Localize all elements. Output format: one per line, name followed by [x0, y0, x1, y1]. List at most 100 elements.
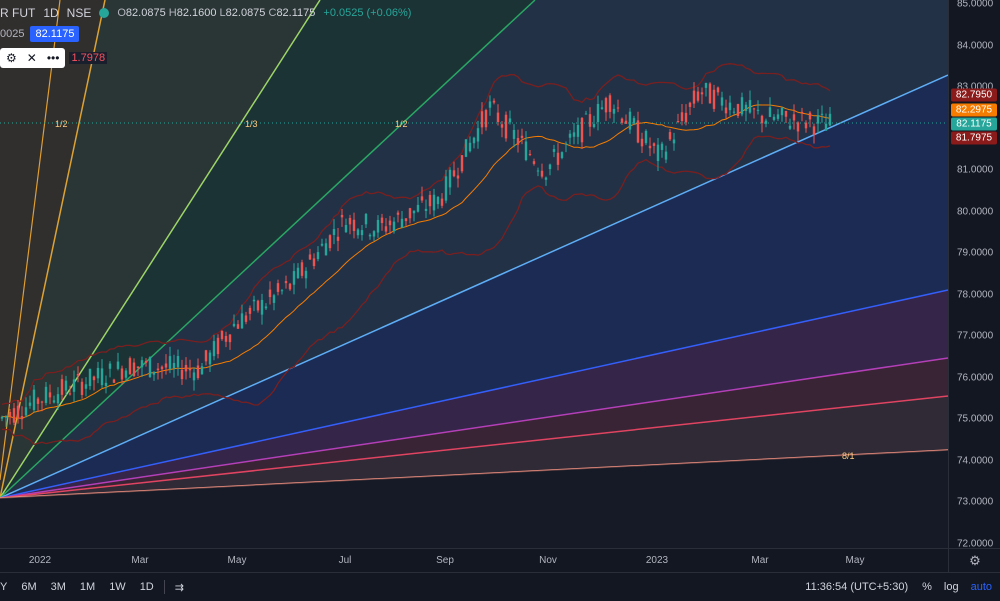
indicator-toolbox[interactable]: ⚙ ✕ ••• [0, 48, 66, 68]
candle-body [36, 398, 40, 404]
date-range-icon[interactable]: ⇉ [175, 581, 184, 594]
y-tick-label: 75.0000 [957, 413, 994, 425]
price-chart[interactable]: 1/2 1/3 1/2 8/1 [0, 0, 948, 548]
tf-3m[interactable]: 3M [51, 581, 66, 593]
candle-body [800, 111, 804, 114]
interval[interactable]: 1D [43, 6, 58, 20]
candle-body [592, 124, 596, 127]
x-tick-label: May [845, 555, 865, 566]
candle-body [192, 372, 196, 381]
candle-body [484, 110, 488, 128]
candle-body [24, 407, 28, 416]
candle-body [120, 368, 124, 380]
close-icon[interactable]: ✕ [27, 51, 37, 65]
candle-body [644, 130, 648, 144]
candle-body [240, 313, 244, 329]
candle-body [44, 386, 48, 403]
candle-body [768, 107, 772, 118]
candle-body [68, 393, 72, 395]
candle-body [288, 283, 292, 290]
candle-body [8, 411, 12, 417]
candle-body [708, 83, 712, 104]
tf-1w[interactable]: 1W [109, 581, 126, 593]
x-tick-label: 2023 [645, 555, 669, 566]
candle-body [280, 290, 284, 292]
candle-body [392, 221, 396, 232]
candle-body [680, 112, 684, 122]
candle-body [296, 267, 300, 279]
axis-settings-icon[interactable]: ⚙ [948, 548, 1000, 573]
gann-fan[interactable] [0, 0, 948, 548]
candle-body [576, 124, 580, 137]
tf-1m[interactable]: 1M [80, 581, 95, 593]
candle-body [628, 111, 632, 130]
candle-body [52, 400, 56, 403]
candle-body [520, 135, 524, 138]
candle-body [140, 360, 144, 368]
candle-body [336, 236, 340, 241]
candle-body [204, 350, 208, 362]
candle-body [220, 331, 224, 340]
fan-label: 1/2 [55, 119, 68, 129]
symbol-name[interactable]: R FUT [0, 6, 35, 20]
candle-body [716, 87, 720, 93]
candle-body [160, 366, 164, 370]
candle-body [660, 143, 664, 150]
candle-body [560, 152, 564, 158]
candle-body [828, 113, 832, 126]
candle-body [412, 210, 416, 214]
candle-body [0, 416, 4, 419]
candle-body [340, 214, 344, 218]
candle-body [804, 122, 808, 129]
y-tick-label: 79.0000 [957, 247, 994, 259]
price-axis[interactable]: 85.0000 84.0000 83.0000 81.0000 80.0000 79.00… [948, 0, 1000, 550]
candle-body [232, 323, 236, 327]
candle-body [40, 401, 44, 403]
symbol-legend[interactable]: R FUT 1D NSE O82.0875 H82.1600 L82.0875 … [0, 4, 411, 22]
candle-body [244, 315, 248, 322]
candle-body [104, 382, 108, 387]
candle-body [516, 138, 520, 145]
candle-body [348, 217, 352, 225]
candle-body [456, 175, 460, 179]
percent-toggle[interactable]: % [922, 581, 932, 593]
indicator-value-2: 1.7978 [69, 52, 108, 64]
candle-body [820, 113, 824, 115]
tf-6m[interactable]: 6M [21, 581, 36, 593]
candle-body [124, 370, 128, 378]
candle-body [72, 379, 76, 392]
candle-body [188, 368, 192, 371]
candle-body [732, 111, 736, 113]
indicator-toolbar-row: ⚙ ✕ ••• 1.7978 [0, 48, 108, 68]
candle-body [172, 362, 176, 369]
candle-body [504, 114, 508, 139]
candle-body [816, 115, 820, 124]
candle-body [228, 334, 232, 343]
time-axis[interactable]: 2022 Mar May Jul Sep Nov 2023 Mar May [0, 548, 948, 573]
tf-y[interactable]: Y [0, 581, 7, 593]
gear-icon[interactable]: ⚙ [6, 51, 17, 65]
candle-body [720, 97, 724, 106]
candle-body [148, 357, 152, 378]
auto-toggle[interactable]: auto [971, 581, 992, 593]
market-status-icon [99, 8, 110, 18]
candle-body [672, 139, 676, 144]
candle-body [372, 231, 376, 237]
candle-body [728, 102, 732, 111]
log-toggle[interactable]: log [944, 581, 959, 593]
candle-body [108, 363, 112, 369]
candle-body [760, 115, 764, 124]
candle-body [744, 104, 748, 111]
candle-body [572, 132, 576, 137]
candle-body [696, 91, 700, 101]
chart-area[interactable]: 1/2 1/3 1/2 8/1 R FUT 1D NSE O82.0875 H82.1… [0, 0, 948, 548]
candle-body [216, 337, 220, 355]
tf-1d[interactable]: 1D [140, 581, 154, 593]
candle-body [304, 270, 308, 279]
candle-body [780, 107, 784, 116]
more-icon[interactable]: ••• [47, 51, 60, 65]
candle-body [556, 152, 560, 165]
candle-body [464, 139, 468, 157]
clock[interactable]: 11:36:54 (UTC+5:30) [805, 581, 908, 593]
y-tick-label: 78.0000 [957, 289, 994, 301]
